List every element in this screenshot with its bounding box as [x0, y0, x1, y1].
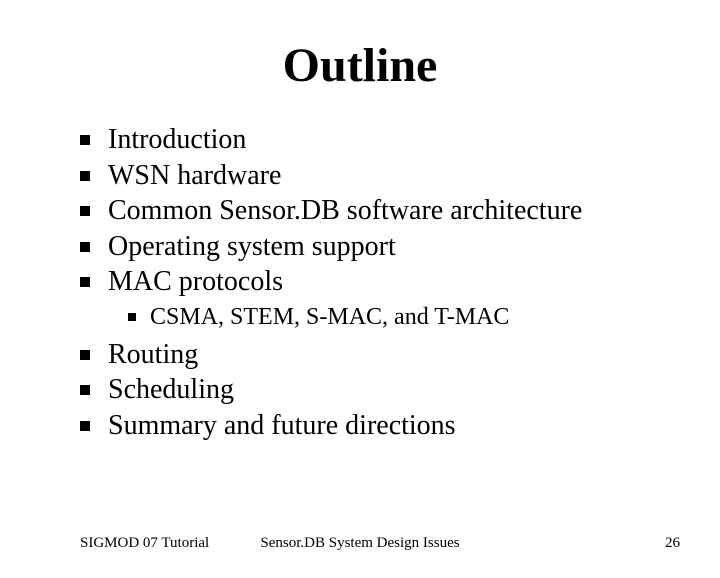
square-bullet-icon	[80, 385, 90, 395]
square-bullet-icon	[80, 135, 90, 145]
slide: Outline Introduction WSN hardware Common…	[0, 38, 720, 578]
list-item: Summary and future directions	[80, 409, 720, 443]
list-item-text: Scheduling	[108, 373, 234, 407]
slide-title: Outline	[0, 38, 720, 93]
list-item-text: Introduction	[108, 123, 246, 157]
list-item-text: WSN hardware	[108, 159, 281, 193]
list-item-text: Summary and future directions	[108, 409, 456, 443]
slide-content: Introduction WSN hardware Common Sensor.…	[80, 123, 720, 443]
list-item-text: Common Sensor.DB software architecture	[108, 194, 582, 228]
list-item: Scheduling	[80, 373, 720, 407]
list-item: Common Sensor.DB software architecture	[80, 194, 720, 228]
list-subitem: CSMA, STEM, S-MAC, and T-MAC	[128, 303, 720, 332]
list-item-text: MAC protocols	[108, 265, 283, 299]
footer-center: Sensor.DB System Design Issues	[260, 535, 459, 552]
square-bullet-icon	[80, 242, 90, 252]
list-item: MAC protocols	[80, 265, 720, 299]
square-bullet-icon	[80, 277, 90, 287]
footer-page-number: 26	[665, 535, 680, 552]
list-subitem-text: CSMA, STEM, S-MAC, and T-MAC	[150, 303, 509, 332]
list-item: Routing	[80, 338, 720, 372]
list-item: Operating system support	[80, 230, 720, 264]
list-item: WSN hardware	[80, 159, 720, 193]
list-item-text: Routing	[108, 338, 198, 372]
square-bullet-icon	[128, 313, 136, 321]
square-bullet-icon	[80, 171, 90, 181]
list-item: Introduction	[80, 123, 720, 157]
square-bullet-icon	[80, 206, 90, 216]
square-bullet-icon	[80, 350, 90, 360]
slide-footer: SIGMOD 07 Tutorial Sensor.DB System Desi…	[0, 535, 720, 552]
square-bullet-icon	[80, 421, 90, 431]
list-item-text: Operating system support	[108, 230, 396, 264]
footer-left: SIGMOD 07 Tutorial	[80, 535, 209, 552]
